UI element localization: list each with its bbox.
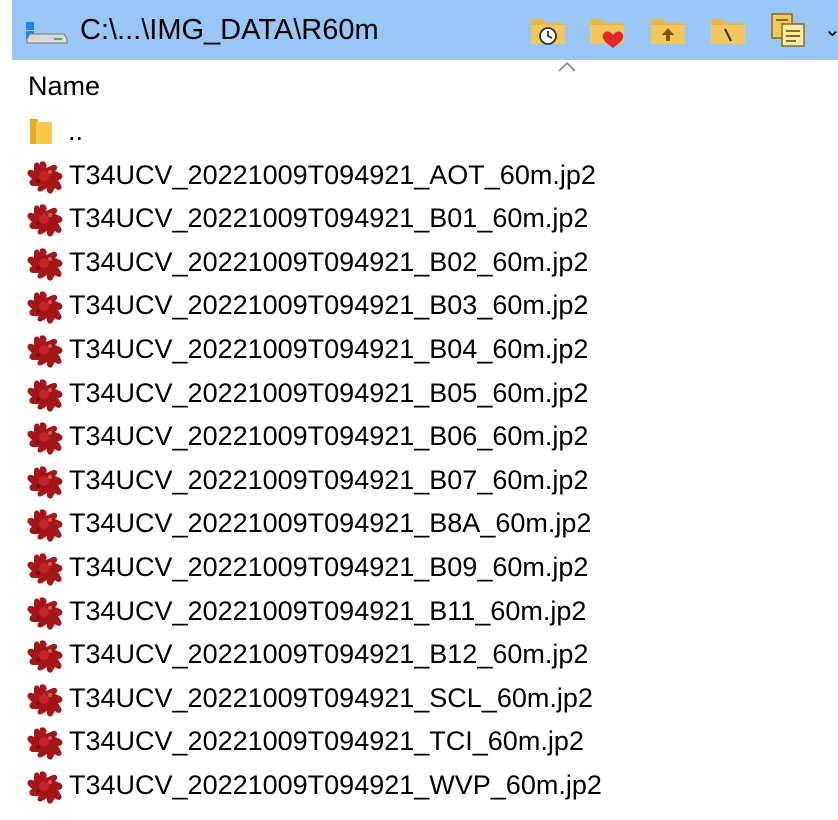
file-name: T34UCV_20221009T094921_WVP_60m.jp2 [69, 769, 602, 800]
file-row[interactable]: T34UCV_20221009T094921_B02_60m.jp2 [12, 241, 838, 285]
jp2-file-icon [27, 640, 63, 673]
path-bar[interactable]: C:\...\IMG_DATA\R60m ⌄ [12, 0, 838, 60]
parent-folder-icon[interactable] [648, 10, 688, 50]
jp2-file-icon [27, 248, 63, 281]
file-name: T34UCV_20221009T094921_B03_60m.jp2 [69, 290, 589, 321]
drive-icon [26, 22, 68, 44]
favorite-folders-icon[interactable] [587, 10, 627, 50]
jp2-file-icon [27, 378, 63, 412]
file-row[interactable]: T34UCV_20221009T094921_SCL_60m.jp2 [12, 677, 838, 721]
copy-path-icon[interactable] [768, 10, 808, 50]
jp2-file-icon [27, 727, 63, 760]
file-name: T34UCV_20221009T094921_B07_60m.jp2 [69, 464, 589, 495]
file-name: T34UCV_20221009T094921_B04_60m.jp2 [69, 333, 589, 364]
file-name: T34UCV_20221009T094921_B02_60m.jp2 [69, 246, 589, 277]
jp2-file-icon [27, 553, 63, 586]
file-name: T34UCV_20221009T094921_B11_60m.jp2 [69, 595, 587, 626]
jp2-file-icon [27, 291, 63, 325]
file-row[interactable]: T34UCV_20221009T094921_B8A_60m.jp2 [12, 502, 838, 546]
file-name: T34UCV_20221009T094921_B09_60m.jp2 [69, 551, 589, 582]
file-name: T34UCV_20221009T094921_B8A_60m.jp2 [69, 508, 592, 539]
file-row[interactable]: T34UCV_20221009T094921_B07_60m.jp2 [12, 459, 838, 503]
jp2-file-icon [27, 771, 63, 804]
file-row[interactable]: T34UCV_20221009T094921_B12_60m.jp2 [12, 633, 838, 677]
jp2-file-icon [27, 204, 63, 237]
file-row[interactable]: T34UCV_20221009T094921_TCI_60m.jp2 [12, 720, 838, 764]
file-row[interactable]: T34UCV_20221009T094921_B04_60m.jp2 [12, 328, 838, 372]
parent-directory-label: .. [68, 116, 84, 146]
current-path[interactable]: C:\...\IMG_DATA\R60m [80, 13, 379, 47]
file-row[interactable]: T34UCV_20221009T094921_WVP_60m.jp2 [12, 764, 838, 808]
file-name: T34UCV_20221009T094921_B01_60m.jp2 [69, 203, 589, 234]
chevron-down-icon[interactable]: ⌄ [824, 10, 838, 50]
sort-ascending-icon [558, 61, 576, 72]
jp2-file-icon [27, 684, 63, 717]
file-row[interactable]: T34UCV_20221009T094921_B01_60m.jp2 [12, 197, 838, 241]
jp2-file-icon [27, 335, 63, 368]
file-name: T34UCV_20221009T094921_SCL_60m.jp2 [69, 682, 593, 713]
file-row[interactable]: T34UCV_20221009T094921_AOT_60m.jp2 [12, 154, 838, 198]
file-name: T34UCV_20221009T094921_TCI_60m.jp2 [69, 726, 584, 757]
file-row[interactable]: T34UCV_20221009T094921_B11_60m.jp2 [12, 590, 838, 634]
file-name: T34UCV_20221009T094921_B12_60m.jp2 [69, 639, 589, 670]
parent-directory-row[interactable]: .. [12, 110, 838, 154]
jp2-file-icon [27, 422, 63, 455]
name-column-header[interactable]: Name [28, 70, 100, 102]
file-list[interactable]: .. T34UCV_20221009T094921_AOT_60m.jp2 T3… [12, 110, 838, 808]
recent-folders-icon[interactable] [528, 10, 568, 50]
jp2-file-icon [27, 160, 63, 194]
file-name: T34UCV_20221009T094921_AOT_60m.jp2 [69, 159, 596, 190]
file-name: T34UCV_20221009T094921_B05_60m.jp2 [69, 377, 589, 408]
folder-icon [30, 119, 52, 144]
jp2-file-icon [27, 596, 63, 630]
file-name: T34UCV_20221009T094921_B06_60m.jp2 [69, 421, 589, 452]
file-row[interactable]: T34UCV_20221009T094921_B09_60m.jp2 [12, 546, 838, 590]
root-folder-icon[interactable] [708, 10, 748, 50]
file-row[interactable]: T34UCV_20221009T094921_B05_60m.jp2 [12, 372, 838, 416]
jp2-file-icon [27, 509, 63, 542]
column-header[interactable]: Name [12, 60, 838, 110]
jp2-file-icon [27, 466, 63, 499]
file-row[interactable]: T34UCV_20221009T094921_B03_60m.jp2 [12, 284, 838, 328]
file-row[interactable]: T34UCV_20221009T094921_B06_60m.jp2 [12, 415, 838, 459]
